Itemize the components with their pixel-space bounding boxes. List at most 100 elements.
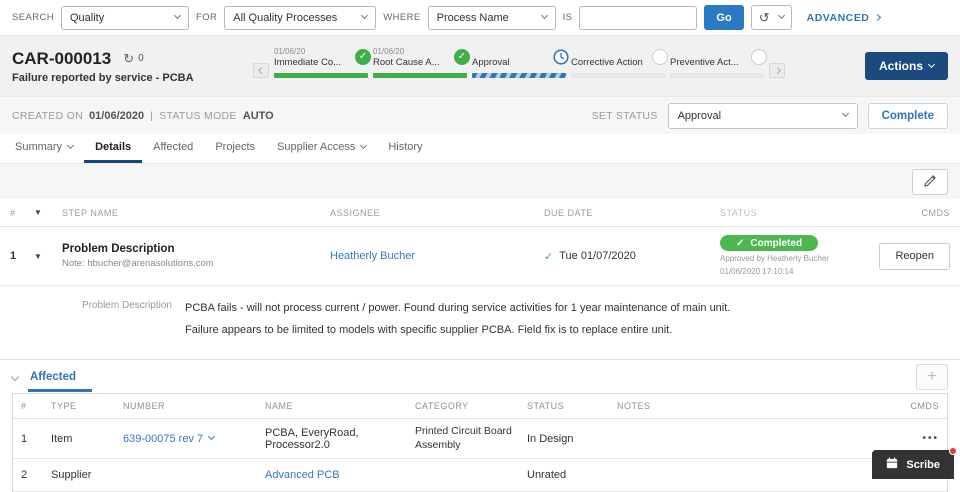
record-identity: CAR-000013 ↻ 0 Failure reported by servi… [12, 49, 247, 84]
advanced-search-link[interactable]: ADVANCED [806, 11, 882, 24]
col-num: # [21, 401, 27, 412]
created-on-value: 01/06/2020 [89, 109, 145, 122]
search-where-value: Process Name [436, 11, 509, 24]
chevron-down-icon [67, 141, 75, 149]
col-name: NAME [265, 401, 294, 412]
search-value-input[interactable] [579, 5, 698, 30]
set-status-value: Approval [677, 109, 722, 122]
search-bar: SEARCH Quality FOR All Quality Processes… [0, 0, 960, 36]
record-subtitle: Failure reported by service - PCBA [12, 71, 194, 84]
tab-affected[interactable]: Affected [142, 134, 204, 163]
col-num: # [10, 207, 16, 218]
history-icon: ↺ [758, 9, 770, 25]
search-label: SEARCH [12, 12, 54, 23]
steps-table-header: # ▼ STEP NAME ASSIGNEE DUE DATE STATUS C… [0, 199, 960, 227]
col-step-name: STEP NAME [62, 207, 119, 218]
steps-toolbar [0, 163, 960, 199]
step-name: Immediate Co... [274, 56, 342, 68]
actions-label: Actions [878, 59, 923, 73]
col-assignee: ASSIGNEE [330, 207, 381, 218]
step-date [472, 47, 566, 57]
actions-button[interactable]: Actions [864, 52, 948, 80]
due-date-value: Tue 01/07/2020 [559, 250, 636, 263]
reopen-button[interactable]: Reopen [879, 242, 950, 270]
status-row: CREATED ON 01/06/2020 | STATUS MODE AUTO… [0, 96, 960, 134]
for-label: FOR [196, 12, 218, 23]
search-where-select[interactable]: Process Name [427, 5, 556, 30]
chevron-right-icon [773, 66, 781, 74]
refresh-counter-button[interactable]: ↻ 0 [123, 51, 143, 67]
affected-category [415, 471, 527, 479]
chevron-down-icon [361, 11, 369, 20]
supplier-name-link[interactable]: Advanced PCB [265, 469, 340, 481]
tab-supplier-access[interactable]: Supplier Access [266, 134, 377, 163]
scribe-label: Scribe [906, 458, 940, 471]
chevron-left-icon [257, 66, 265, 74]
workflow-step-root-cause[interactable]: 01/06/20 Root Cause A... ✓ [373, 47, 470, 78]
affected-section-header: Affected + [0, 359, 960, 393]
search-for-select[interactable]: All Quality Processes [224, 5, 377, 30]
tab-details[interactable]: Details [84, 134, 143, 163]
collapse-chevron-icon[interactable] [10, 372, 20, 381]
edit-button[interactable] [912, 168, 948, 195]
tab-projects[interactable]: Projects [204, 134, 266, 163]
step-date [670, 47, 764, 57]
chevron-right-icon [874, 13, 882, 22]
problem-description-text: PCBA fails - will not process current / … [185, 302, 731, 336]
set-status-select[interactable]: Approval [667, 102, 858, 129]
search-type-value: Quality [70, 11, 105, 24]
search-history-button[interactable]: ↺ [750, 5, 792, 30]
col-number: NUMBER [123, 401, 166, 412]
status-mode-label: STATUS MODE [159, 109, 237, 122]
workflow-step-approval[interactable]: Approval [472, 47, 569, 78]
col-cmds: CMDS [921, 207, 950, 218]
step-complete-icon: ✓ [454, 48, 470, 65]
step-name-cell: Problem Description Note: hbucher@arenas… [62, 243, 330, 269]
search-for-value: All Quality Processes [233, 11, 338, 24]
due-check-icon: ✓ [544, 250, 554, 263]
problem-description-detail: Problem Description PCBA fails - will no… [0, 286, 960, 360]
steps-scroll-left-button[interactable] [253, 62, 269, 78]
chevron-down-icon [173, 11, 182, 20]
tab-history[interactable]: History [377, 134, 433, 163]
step-name: Approval [472, 56, 510, 68]
item-number-link[interactable]: 639-00075 rev 7 [123, 433, 203, 445]
workflow-step-preventive[interactable]: Preventive Act... [670, 47, 767, 78]
assignee-link[interactable]: Heatherly Bucher [330, 250, 415, 262]
search-type-select[interactable]: Quality [61, 5, 189, 30]
affected-status: Unrated [527, 469, 567, 482]
pencil-icon [923, 174, 937, 190]
tab-summary[interactable]: Summary [4, 134, 84, 163]
set-status-label: SET STATUS [591, 109, 658, 122]
step-row-problem-description: 1 ▼ Problem Description Note: hbucher@ar… [0, 227, 960, 287]
chevron-down-icon [360, 141, 368, 149]
workflow-step-corrective[interactable]: Corrective Action [571, 47, 668, 78]
add-affected-button[interactable]: + [916, 363, 948, 390]
step-pending-icon [751, 48, 767, 65]
step-name: Corrective Action [571, 56, 643, 68]
steps-scroll-right-button[interactable] [769, 62, 785, 78]
sort-caret-icon[interactable]: ▼ [34, 208, 62, 217]
tab-label: Affected [153, 141, 194, 153]
go-button[interactable]: Go [704, 5, 744, 30]
step-progress-bar [670, 72, 764, 78]
is-label: IS [562, 12, 573, 23]
affected-section-title[interactable]: Affected [27, 371, 93, 392]
expand-caret-icon[interactable]: ▼ [34, 252, 62, 261]
status-badge: ✓ Completed [720, 235, 819, 251]
affected-table-header: # TYPE NUMBER NAME CATEGORY STATUS NOTES… [13, 394, 947, 420]
refresh-count: 0 [138, 53, 144, 64]
affected-status: In Design [527, 432, 574, 445]
workflow-step-immediate[interactable]: 01/06/20 Immediate Co... ✓ [274, 47, 371, 78]
step-pending-icon [652, 48, 668, 65]
scribe-extension-badge[interactable]: Scribe [872, 447, 957, 479]
row-commands-ellipsis[interactable]: ••• [883, 433, 939, 444]
step-note: Note: hbucher@arenasolutions.com [62, 258, 214, 270]
calendar-icon [886, 457, 898, 472]
tab-bar: Summary Details Affected Projects Suppli… [0, 134, 960, 163]
col-cmds: CMDS [910, 401, 939, 412]
notification-dot [949, 447, 957, 455]
complete-button[interactable]: Complete [867, 102, 948, 129]
chevron-down-icon[interactable] [208, 433, 216, 441]
advanced-label: ADVANCED [806, 11, 870, 24]
